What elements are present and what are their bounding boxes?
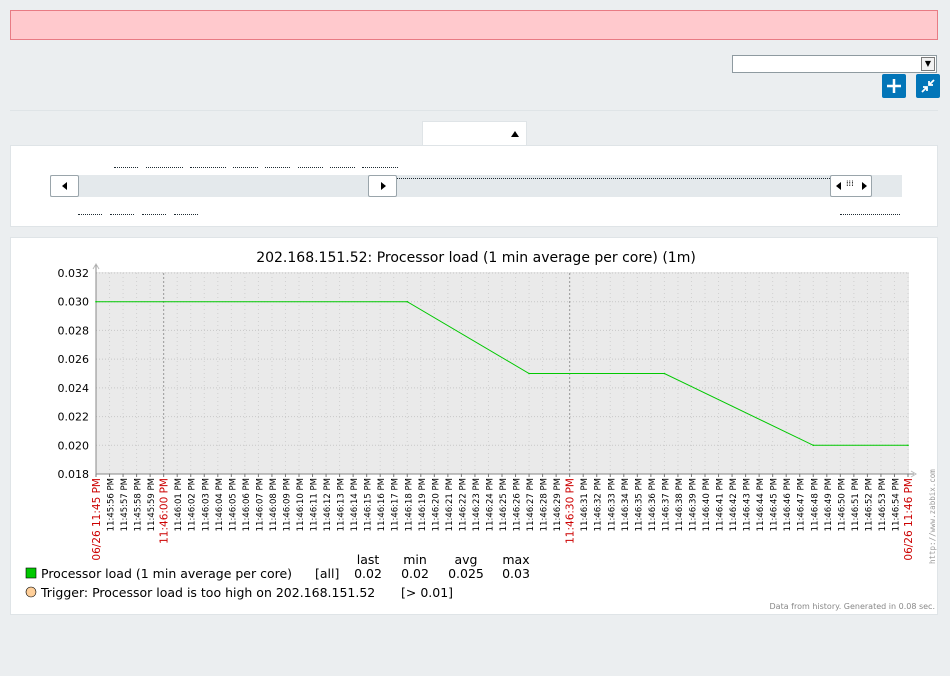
x-tick-label: 11:46:34 PM: [621, 478, 631, 531]
x-tick-label: 11:45:58 PM: [134, 478, 144, 531]
x-tick-label: 11:46:20 PM: [431, 478, 441, 531]
x-tick-label: 11:46:12 PM: [323, 478, 333, 531]
x-tick-label: 11:46:07 PM: [255, 478, 265, 531]
legend-series-name: Processor load (1 min average per core): [41, 566, 292, 581]
x-tick-label: 11:46:50 PM: [837, 478, 847, 531]
y-tick-label: 0.024: [58, 382, 90, 395]
data-point: [528, 372, 530, 375]
x-tick-label: 11:46:39 PM: [688, 478, 698, 531]
y-tick-label: 0.022: [58, 411, 90, 424]
x-tick-label: 11:46:27 PM: [526, 478, 536, 531]
x-tick-label: 11:46:33 PM: [607, 478, 617, 531]
legend-header-avg: avg: [455, 552, 478, 567]
legend-swatch-series: [25, 567, 37, 579]
x-tick-label: 11:46:45 PM: [770, 478, 780, 531]
x-tick-label: 11:46:17 PM: [391, 478, 401, 531]
data-point: [95, 300, 97, 303]
data-point: [812, 444, 815, 447]
x-tick-label: 11:46:41 PM: [716, 478, 726, 531]
x-tick-label: 11:46:08 PM: [269, 478, 279, 531]
legend-value-last: 0.02: [354, 566, 382, 581]
y-tick-label: 0.026: [58, 353, 90, 366]
x-tick-label: 11:46:48 PM: [810, 478, 820, 531]
watermark-url: http://www.zabbix.com: [928, 469, 937, 564]
x-axis-ticks: 06/26 11:45 PM 11:45:56 PM 11:45:57 PM 11:4…: [91, 474, 915, 561]
legend-value-min: 0.02: [401, 566, 429, 581]
x-tick-label: 11:46:04 PM: [215, 478, 225, 531]
x-tick-label: 11:46:14 PM: [350, 478, 360, 531]
x-tick-label: 11:46:53 PM: [878, 478, 888, 531]
y-axis-ticks: 0.018 0.020 0.022 0.024 0.026 0.028 0.030 0.032: [58, 267, 90, 481]
x-tick-label: 11:46:44 PM: [756, 478, 766, 531]
x-tick-label: 11:45:56 PM: [107, 478, 117, 531]
y-tick-label: 0.032: [58, 267, 90, 280]
legend-header-max: max: [502, 552, 529, 567]
x-tick-label: 11:46:49 PM: [824, 478, 834, 531]
x-tick-label: 11:46:18 PM: [404, 478, 414, 531]
x-tick-label: 11:46:29 PM: [553, 478, 563, 531]
x-tick-label: 11:46:06 PM: [242, 478, 252, 531]
x-tick-label: 11:46:22 PM: [458, 478, 468, 531]
x-tick-label: 11:46:03 PM: [201, 478, 211, 531]
x-tick-label: 11:46:19 PM: [418, 478, 428, 531]
x-tick-label: 06/26 11:46 PM: [903, 478, 915, 561]
x-tick-label: 11:46:01 PM: [174, 478, 184, 531]
legend-header-last: last: [357, 552, 380, 567]
x-tick-label: 11:46:54 PM: [891, 478, 901, 531]
processor-load-graph: 202.168.151.52: Processor load (1 min av…: [25, 250, 937, 611]
x-tick-label: 11:46:09 PM: [282, 478, 292, 531]
data-point: [406, 300, 409, 303]
x-tick-label: 11:46:13 PM: [337, 478, 347, 531]
x-tick-label: 11:46:26 PM: [513, 478, 523, 531]
legend-series-func: [all]: [315, 566, 339, 581]
x-tick-label: 11:46:28 PM: [540, 478, 550, 531]
x-tick-label: 11:46:11 PM: [310, 478, 320, 531]
x-tick-label: 11:46:24 PM: [485, 478, 495, 531]
legend-trigger-threshold: [> 0.01]: [401, 585, 453, 600]
x-tick-label: 11:46:47 PM: [797, 478, 807, 531]
x-tick-label: 11:46:40 PM: [702, 478, 712, 531]
x-tick-label: 11:46:36 PM: [648, 478, 658, 531]
data-point: [663, 372, 666, 375]
x-tick-label: 11:45:59 PM: [147, 478, 157, 531]
legend-value-max: 0.03: [502, 566, 530, 581]
legend-trigger-text: Trigger: Processor load is too high on 2…: [40, 585, 375, 600]
y-tick-label: 0.030: [58, 296, 90, 309]
x-tick-label: 11:46:23 PM: [472, 478, 482, 531]
legend-header-min: min: [403, 552, 427, 567]
x-tick-label: 11:46:51 PM: [851, 478, 861, 531]
y-tick-label: 0.028: [58, 324, 90, 337]
x-tick-label: 11:46:38 PM: [675, 478, 685, 531]
x-tick-label: 11:46:30 PM: [565, 478, 577, 544]
legend-value-avg: 0.025: [448, 566, 484, 581]
x-tick-label: 11:46:15 PM: [364, 478, 374, 531]
x-tick-label: 11:46:00 PM: [159, 478, 171, 544]
x-tick-label: 11:46:52 PM: [864, 478, 874, 531]
x-tick-label: 11:46:37 PM: [661, 478, 671, 531]
x-tick-label: 11:46:05 PM: [228, 478, 238, 531]
trigger-marker-icon: [25, 586, 37, 598]
x-tick-label: 11:46:10 PM: [296, 478, 306, 531]
graph-footer: Data from history. Generated in 0.08 sec…: [770, 602, 935, 611]
graph-title: 202.168.151.52: Processor load (1 min av…: [256, 250, 696, 266]
x-tick-label: 11:46:42 PM: [729, 478, 739, 531]
data-point: [907, 444, 909, 447]
x-tick-label: 11:46:43 PM: [743, 478, 753, 531]
x-tick-label: 06/26 11:45 PM: [91, 478, 103, 561]
x-tick-label: 11:46:35 PM: [634, 478, 644, 531]
x-tick-label: 11:46:02 PM: [188, 478, 198, 531]
x-tick-label: 11:46:25 PM: [499, 478, 509, 531]
x-tick-label: 11:46:32 PM: [594, 478, 604, 531]
x-tick-label: 11:46:46 PM: [783, 478, 793, 531]
x-tick-label: 11:46:31 PM: [580, 478, 590, 531]
x-tick-label: 11:45:57 PM: [120, 478, 130, 531]
y-tick-label: 0.018: [58, 468, 90, 481]
y-tick-label: 0.020: [58, 439, 90, 452]
x-tick-label: 11:46:16 PM: [377, 478, 387, 531]
x-tick-label: 11:46:21 PM: [445, 478, 455, 531]
